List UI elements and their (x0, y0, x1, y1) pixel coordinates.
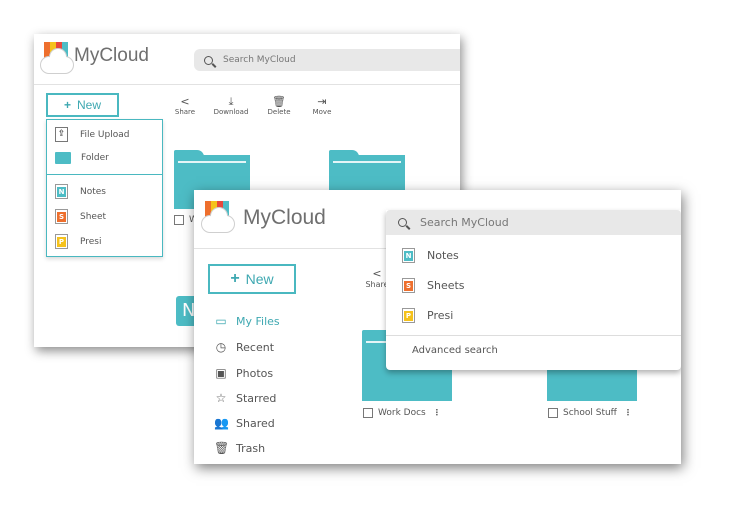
app-title: MyCloud (74, 45, 149, 66)
app-title: MyCloud (243, 206, 326, 229)
trash-icon: 🗑 (214, 441, 230, 455)
star-icon: ☆ (215, 391, 227, 405)
search-suggestion-sheets[interactable]: S Sheets (402, 278, 465, 293)
trash-icon: 🗑 (272, 95, 286, 108)
advanced-search-link[interactable]: Advanced search (412, 345, 498, 356)
search-icon (204, 55, 213, 65)
share-icon: < (180, 95, 190, 108)
folder-checkbox[interactable] (363, 408, 373, 418)
sheet-file-icon: S (55, 209, 68, 224)
download-icon: ⤓ (228, 95, 234, 108)
mycloud-logo (40, 42, 74, 76)
search-dropdown: Search MyCloud N Notes S Sheets P Presi … (386, 210, 681, 370)
menu-item-sheet[interactable]: S Sheet (55, 209, 106, 224)
plus-icon: + (230, 270, 240, 287)
sidebar-item-starred[interactable]: ☆ Starred (214, 391, 277, 405)
folder-label-work-docs: Work Docs ⋮ (363, 408, 441, 418)
menu-item-file-upload[interactable]: ⇪ File Upload (55, 127, 129, 142)
download-button[interactable]: ⤓ Download (211, 95, 251, 117)
more-options-icon[interactable]: ⋮ (624, 409, 632, 417)
photos-icon: ▣ (215, 366, 227, 380)
search-suggestion-presi[interactable]: P Presi (402, 308, 453, 323)
sidebar-item-my-files[interactable]: ▭ My Files (214, 314, 279, 328)
people-icon: 👥 (214, 416, 229, 430)
menu-item-folder[interactable]: Folder (55, 152, 109, 164)
presi-file-icon: P (55, 234, 68, 249)
search-suggestion-notes[interactable]: N Notes (402, 248, 459, 263)
clock-icon: ◷ (215, 340, 227, 354)
sidebar-item-shared[interactable]: 👥 Shared (214, 416, 275, 430)
folder-outline-icon: ▭ (215, 314, 227, 328)
sheets-file-icon: S (402, 278, 415, 293)
move-icon: ⇥ (317, 95, 327, 108)
sidebar-item-photos[interactable]: ▣ Photos (214, 366, 273, 380)
more-options-icon[interactable]: ⋮ (433, 409, 441, 417)
folder-checkbox[interactable] (548, 408, 558, 418)
new-button[interactable]: + New (46, 93, 119, 117)
search-icon (398, 218, 407, 227)
search-placeholder: Search MyCloud (223, 55, 296, 65)
notes-file-icon: N (402, 248, 415, 263)
plus-icon: + (63, 98, 71, 112)
search-bar[interactable]: Search MyCloud (386, 210, 681, 235)
share-button[interactable]: < Share (165, 95, 205, 117)
mycloud-logo (201, 201, 237, 237)
sidebar-item-trash[interactable]: 🗑 Trash (214, 441, 265, 455)
move-button[interactable]: ⇥ Move (302, 95, 342, 117)
presi-file-icon: P (402, 308, 415, 323)
menu-item-notes[interactable]: N Notes (55, 184, 106, 199)
folder-checkbox[interactable] (174, 215, 184, 225)
front-window: MyCloud + New ▭ My Files ◷ Recent ▣ Photos ☆… (194, 190, 681, 464)
sidebar-item-recent[interactable]: ◷ Recent (214, 340, 274, 354)
upload-icon: ⇪ (55, 127, 68, 142)
delete-button[interactable]: 🗑 Delete (259, 95, 299, 117)
search-bar[interactable]: Search MyCloud (194, 49, 460, 71)
notes-file-icon: N (55, 184, 68, 199)
folder-label-school-stuff: School Stuff ⋮ (548, 408, 632, 418)
menu-item-presi[interactable]: P Presi (55, 234, 102, 249)
new-menu: ⇪ File Upload Folder N Notes S Sheet P P… (46, 119, 163, 257)
folder-icon (55, 152, 71, 164)
search-placeholder: Search MyCloud (420, 216, 509, 229)
new-button[interactable]: + New (208, 264, 296, 294)
